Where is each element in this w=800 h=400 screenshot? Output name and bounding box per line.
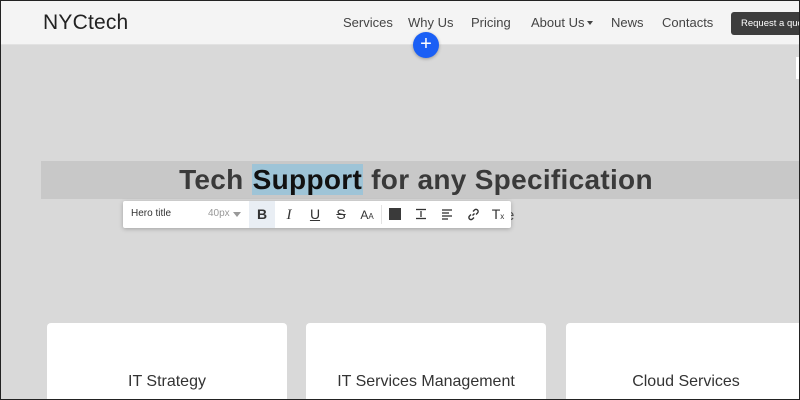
italic-button[interactable]: I (276, 201, 302, 228)
font-size-select[interactable]: 40px (208, 208, 230, 219)
chevron-down-icon[interactable] (233, 212, 241, 217)
hero-title-after: for any Specification (363, 164, 653, 195)
nav-services[interactable]: Services (343, 15, 393, 30)
service-card[interactable]: IT Strategy (47, 323, 287, 399)
nav-contacts[interactable]: Contacts (662, 15, 713, 30)
hero-title-selected-text[interactable]: Support (251, 164, 364, 195)
request-quote-button[interactable]: Request a quote (731, 12, 799, 35)
align-left-button[interactable] (434, 201, 460, 228)
scrollbar-thumb[interactable] (796, 57, 799, 79)
clear-format-button[interactable]: Tx (485, 201, 511, 228)
italic-icon: I (286, 207, 292, 223)
nav-pricing[interactable]: Pricing (471, 15, 511, 30)
service-card[interactable]: IT Services Management (306, 323, 546, 399)
line-height-button[interactable] (408, 201, 434, 228)
font-case-icon: AA (360, 208, 374, 222)
service-card-title: IT Services Management (337, 373, 515, 390)
text-color-icon (389, 208, 401, 220)
site-logo[interactable]: NYCtech (43, 11, 128, 35)
text-color-button[interactable] (382, 201, 408, 228)
strikethrough-icon: S (336, 206, 346, 222)
text-style-select[interactable]: Hero title (131, 208, 171, 219)
service-card-title: IT Strategy (128, 373, 206, 390)
line-height-icon (416, 208, 426, 220)
text-format-toolbar: Hero title 40px B I U S AA Tx (123, 201, 511, 228)
font-case-button[interactable]: AA (354, 201, 380, 228)
link-button[interactable] (460, 201, 486, 228)
chevron-down-icon (587, 21, 594, 25)
hero-title[interactable]: Tech Support for any Specification (41, 161, 791, 199)
nav-why-us[interactable]: Why Us (408, 15, 454, 30)
service-card-title: Cloud Services (632, 373, 740, 390)
bold-icon: B (256, 206, 268, 222)
site-header: NYCtech Services Why Us Pricing About Us… (1, 1, 799, 45)
service-card[interactable]: Cloud Services (566, 323, 799, 399)
nav-news[interactable]: News (611, 15, 644, 30)
underline-icon: U (309, 206, 321, 222)
nav-about-us[interactable]: About Us (531, 15, 594, 30)
clear-format-icon: Tx (491, 206, 505, 222)
add-block-button[interactable]: + (413, 32, 439, 58)
link-icon (467, 208, 479, 221)
align-left-icon (442, 209, 452, 220)
strikethrough-button[interactable]: S (328, 201, 354, 228)
underline-button[interactable]: U (302, 201, 328, 228)
bold-button[interactable]: B (249, 201, 275, 228)
hero-title-before: Tech (179, 164, 252, 195)
app-frame: NYCtech Services Why Us Pricing About Us… (0, 0, 800, 400)
nav-about-us-label: About Us (531, 15, 585, 30)
